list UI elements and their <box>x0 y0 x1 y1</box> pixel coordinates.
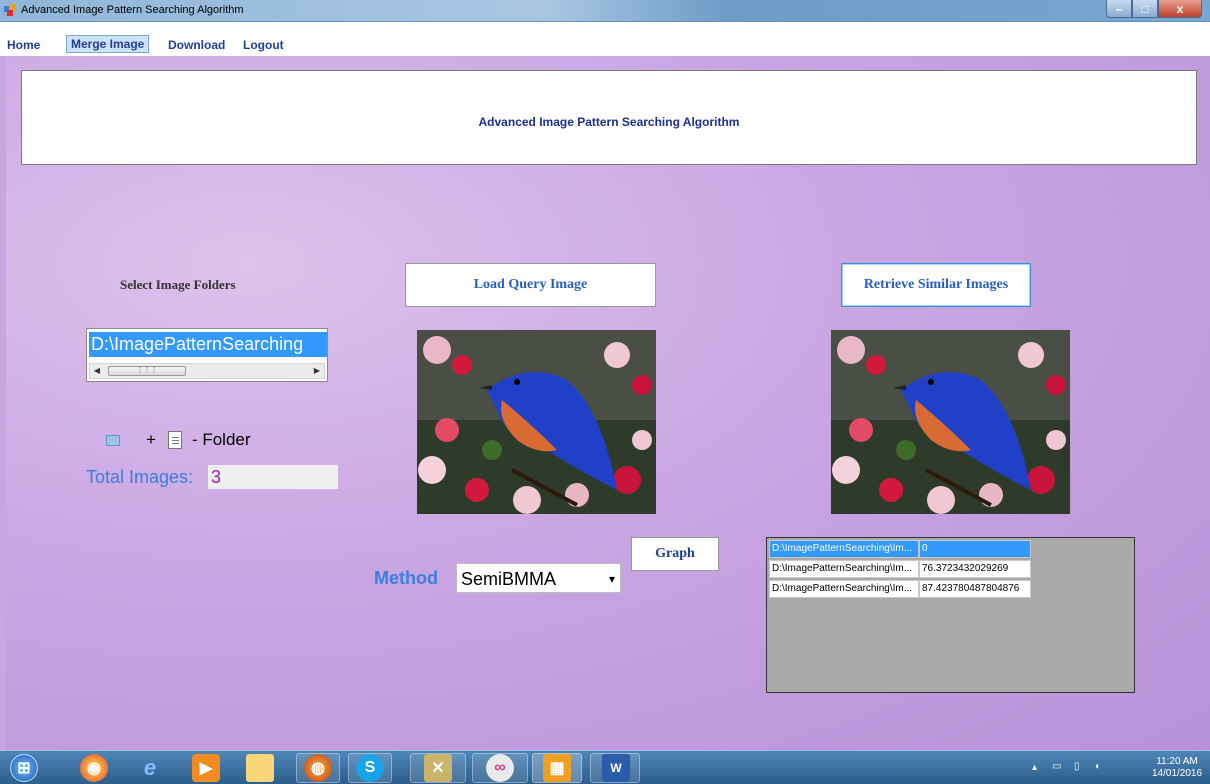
window-title: Advanced Image Pattern Searching Algorit… <box>21 4 244 16</box>
tool-icon[interactable]: ✕ <box>424 754 452 782</box>
start-button-icon[interactable]: ⊞ <box>10 754 38 782</box>
title-bar: Advanced Image Pattern Searching Algorit… <box>0 0 1210 22</box>
scroll-right-icon[interactable]: ▶ <box>310 364 324 378</box>
folder-list-item[interactable]: D:\ImagePatternSearching <box>89 332 327 357</box>
clock[interactable]: 11:20 AM 14/01/2016 <box>1152 756 1202 780</box>
firefox-icon[interactable]: ◍ <box>304 754 332 782</box>
word-icon[interactable]: W <box>602 754 630 782</box>
file-explorer-icon[interactable] <box>246 754 274 782</box>
media-player-icon[interactable]: ▶ <box>192 754 220 782</box>
result-path[interactable]: D:\ImagePatternSearching\Im... <box>769 580 919 598</box>
result-score[interactable]: 0 <box>919 540 1031 558</box>
result-path[interactable]: D:\ImagePatternSearching\Im... <box>769 540 919 558</box>
horizontal-scrollbar[interactable]: ◀ ⋮⋮⋮ ▶ <box>89 363 325 379</box>
scroll-left-icon[interactable]: ◀ <box>90 364 104 378</box>
visual-studio-icon[interactable]: ∞ <box>486 754 514 782</box>
total-images-value: 3 <box>208 465 338 489</box>
folder-hint-text: - Folder <box>191 430 251 449</box>
header-panel: Advanced Image Pattern Searching Algorit… <box>21 70 1197 165</box>
graph-button[interactable]: Graph <box>631 537 719 571</box>
clock-time: 11:20 AM <box>1156 756 1198 767</box>
folder-listbox[interactable]: D:\ImagePatternSearching ◀ ⋮⋮⋮ ▶ <box>86 328 328 382</box>
document-icon <box>167 431 182 449</box>
folder-icon <box>106 434 120 446</box>
chrome-icon[interactable]: ◉ <box>80 754 108 782</box>
taskbar: ⊞ ◉ e ▶ ◍ S ✕ ∞ ▦ W ▴ ▭ ▯ ◖ 11:20 AM 14/… <box>0 750 1210 784</box>
table-row[interactable]: D:\ImagePatternSearching\Im... 87.423780… <box>769 580 1031 598</box>
volume-icon[interactable]: ◖ <box>1094 761 1100 772</box>
scroll-thumb[interactable]: ⋮⋮⋮ <box>108 366 186 376</box>
select-folders-label: Select Image Folders <box>120 277 236 292</box>
table-row[interactable]: D:\ImagePatternSearching\Im... 0 <box>769 540 1031 558</box>
total-images-label: Total Images: <box>86 467 194 487</box>
result-score[interactable]: 76.3723432029269 <box>919 560 1031 578</box>
query-image <box>417 330 656 514</box>
battery-icon[interactable]: ▯ <box>1074 761 1080 772</box>
maximize-button[interactable]: □ <box>1132 0 1158 18</box>
system-tray: ▴ ▭ ▯ ◖ 11:20 AM 14/01/2016 <box>1032 753 1202 783</box>
header-title: Advanced Image Pattern Searching Algorit… <box>478 115 740 129</box>
menu-merge-image[interactable]: Merge Image <box>66 35 150 53</box>
result-score[interactable]: 87.423780487804876 <box>919 580 1031 598</box>
menu-logout[interactable]: Logout <box>243 38 284 52</box>
retrieved-image <box>831 330 1070 514</box>
retrieve-similar-images-button[interactable]: Retrieve Similar Images <box>841 263 1031 307</box>
load-query-image-button[interactable]: Load Query Image <box>405 263 656 307</box>
chevron-down-icon[interactable]: ▾ <box>609 564 615 594</box>
clock-date: 14/01/2016 <box>1152 768 1203 779</box>
app-window-icon[interactable]: ▦ <box>543 754 571 782</box>
method-dropdown[interactable]: SemiBMMA ▾ <box>456 563 621 593</box>
method-label: Method <box>374 568 438 588</box>
results-grid[interactable]: D:\ImagePatternSearching\Im... 0 D:\Imag… <box>766 537 1135 693</box>
menu-download[interactable]: Download <box>168 38 225 52</box>
minimize-button[interactable]: – <box>1106 0 1132 18</box>
folder-hint: + - Folder <box>106 428 251 452</box>
ie-icon[interactable]: e <box>136 754 164 782</box>
close-button[interactable]: x <box>1158 0 1202 18</box>
menu-home[interactable]: Home <box>7 38 40 52</box>
skype-icon[interactable]: S <box>356 754 384 782</box>
plus-sign: + <box>146 430 156 449</box>
result-path[interactable]: D:\ImagePatternSearching\Im... <box>769 560 919 578</box>
method-selected: SemiBMMA <box>461 569 557 589</box>
table-row[interactable]: D:\ImagePatternSearching\Im... 76.372343… <box>769 560 1031 578</box>
tray-arrow-icon[interactable]: ▴ <box>1032 762 1037 773</box>
app-icon <box>4 4 16 16</box>
network-icon[interactable]: ▭ <box>1052 761 1061 772</box>
